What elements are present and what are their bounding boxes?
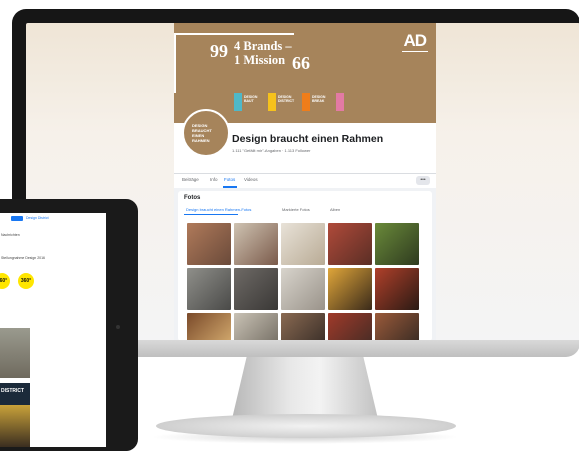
brand-strip: DESIGN BAUT DESIGN DISTRICT DESIGN BREAK: [234, 93, 374, 117]
photo-thumbnail[interactable]: [187, 223, 231, 265]
photo-thumbnail[interactable]: [187, 268, 231, 310]
photo-thumbnail[interactable]: [187, 313, 231, 341]
tablet-frame: Design District Nachrichten Stellungnahm…: [0, 199, 138, 451]
tablet-photo: [0, 328, 30, 378]
photo-thumbnail[interactable]: [234, 223, 278, 265]
avatar-label: DESIGN BRAUCHT EINEN RAHMEN: [192, 123, 212, 143]
photo-thumbnail[interactable]: [328, 268, 372, 310]
tablet-link[interactable]: Design District: [26, 216, 49, 220]
cover-photo[interactable]: 99 4 Brands – 1 Mission 66 AD DESIGN BAU…: [174, 23, 436, 123]
tab-beitraege[interactable]: Beiträge: [182, 177, 199, 182]
photo-thumbnail[interactable]: [234, 268, 278, 310]
tablet-camera: [116, 325, 120, 329]
subtab-page-photos[interactable]: Design braucht einen Rahmen-Fotos: [186, 207, 251, 212]
tagline-line: 4 Brands –: [234, 39, 292, 53]
photo-thumbnail[interactable]: [328, 223, 372, 265]
brand-label: DESIGN BREAK: [312, 95, 326, 103]
active-tab-indicator: [223, 186, 237, 188]
cover-frame-line: [174, 33, 176, 93]
brand-swatch: [302, 93, 310, 111]
monitor-stand-base: [156, 414, 456, 438]
brand-swatch: [234, 93, 242, 111]
tablet-text: Stellungnahme Design 2016: [1, 256, 45, 260]
active-subtab-indicator: [184, 214, 238, 215]
tablet-badge[interactable]: 360°: [0, 273, 10, 289]
more-options-button[interactable]: •••: [416, 176, 430, 185]
facebook-page: 99 4 Brands – 1 Mission 66 AD DESIGN BAU…: [174, 23, 436, 341]
photo-thumbnail[interactable]: [234, 313, 278, 341]
logo-underline: [402, 51, 428, 56]
photo-thumbnail[interactable]: [328, 313, 372, 341]
brand-label: DESIGN BAUT: [244, 95, 258, 103]
cover-frame-line: [174, 33, 294, 35]
brand-swatch: [268, 93, 276, 111]
subtab-tagged-photos[interactable]: Markierte Fotos: [282, 207, 310, 212]
brand-label: DESIGN DISTRICT: [278, 95, 295, 103]
page-tabs: Beiträge Info Fotos Videos •••: [174, 173, 436, 188]
quote-close-mark: 66: [292, 53, 310, 73]
photo-thumbnail[interactable]: [375, 313, 419, 341]
tablet-blue-button[interactable]: [11, 216, 23, 221]
photo-thumbnail[interactable]: [375, 223, 419, 265]
tab-info[interactable]: Info: [210, 177, 218, 182]
photo-thumbnail[interactable]: [281, 313, 325, 341]
photo-thumbnail[interactable]: [375, 268, 419, 310]
tablet-banner-text: DISTRICT: [1, 388, 25, 394]
tab-fotos[interactable]: Fotos: [224, 177, 235, 182]
monitor-stand-neck: [232, 357, 378, 419]
subtab-albums[interactable]: Alben: [330, 207, 340, 212]
tablet-badge[interactable]: 360°: [18, 273, 34, 289]
tab-videos[interactable]: Videos: [244, 177, 258, 182]
avatar[interactable]: DESIGN BRAUCHT EINEN RAHMEN: [182, 109, 230, 157]
profile-header: DESIGN BRAUCHT EINEN RAHMEN Design brauc…: [174, 109, 436, 177]
photos-title: Fotos: [184, 195, 201, 201]
page-stats: 1.111 "Gefällt mir"-Angaben · 1.113 Foll…: [232, 148, 311, 153]
tablet-photo: [0, 405, 30, 447]
page-title[interactable]: Design braucht einen Rahmen: [232, 133, 383, 145]
photos-section: Fotos Design braucht einen Rahmen-Fotos …: [178, 191, 432, 341]
tablet-screen: Design District Nachrichten Stellungnahm…: [0, 213, 106, 447]
brand-swatch: [336, 93, 344, 111]
ad-logo: AD: [403, 31, 427, 50]
tablet-banner: DISTRICT: [0, 383, 30, 405]
photo-thumbnail[interactable]: [281, 223, 325, 265]
photo-thumbnail[interactable]: [281, 268, 325, 310]
tablet-text: Nachrichten: [1, 233, 20, 237]
